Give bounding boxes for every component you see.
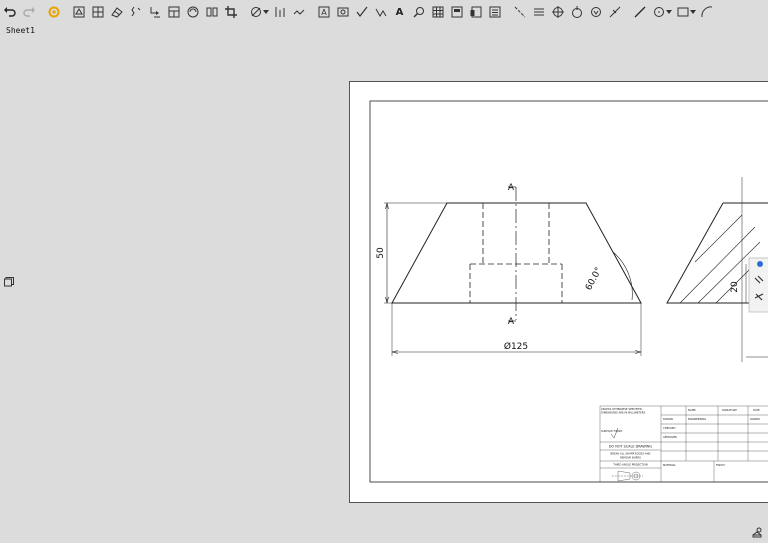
rectangle-dropdown-icon[interactable]	[690, 5, 696, 19]
table-icon[interactable]	[431, 5, 445, 19]
main-toolbar: A A	[0, 0, 768, 24]
tb-note-line1: UNLESS OTHERWISE SPECIFIED:	[601, 407, 643, 411]
drawing-canvas: A A 50 Ø125 60.0° 20 UNLESS OTHERWISE SP…	[369, 100, 768, 483]
arc-icon[interactable]	[700, 5, 714, 19]
tb-approved-label: APPROVED	[663, 435, 677, 439]
tb-break-edges: BREAK ALL SHARP EDGES AND	[610, 452, 650, 456]
surface-finish-icon[interactable]	[355, 5, 369, 19]
text-tool-icon[interactable]: A	[393, 5, 407, 19]
rebuild-icon[interactable]	[47, 5, 61, 19]
model-items-icon[interactable]	[292, 5, 306, 19]
section-label-top: A	[508, 183, 515, 193]
view-palette-icon[interactable]	[3, 276, 15, 288]
diameter-dimension-text[interactable]: Ø125	[504, 341, 528, 352]
revision-table-icon[interactable]	[488, 5, 502, 19]
note-icon[interactable]: A	[317, 5, 331, 19]
geometric-tolerance-icon[interactable]	[589, 5, 603, 19]
section-label-bottom: A	[508, 317, 515, 327]
alternate-position-icon[interactable]	[186, 5, 200, 19]
circle-dropdown-icon[interactable]	[666, 5, 672, 19]
hatch-icon[interactable]	[532, 5, 546, 19]
drawing-views-icon[interactable]	[751, 526, 763, 538]
center-mark-icon[interactable]	[551, 5, 565, 19]
drawing-sheet: A A 50 Ø125 60.0° 20 UNLESS OTHERWISE SP…	[349, 81, 768, 503]
section-view[interactable]	[666, 177, 768, 362]
tb-date-header: DATE	[753, 408, 760, 412]
tb-checked-label: CHECKED	[663, 426, 676, 430]
centerline-icon[interactable]	[513, 5, 527, 19]
tb-name-header: NAME	[688, 408, 696, 412]
undo-icon[interactable]	[3, 5, 17, 19]
circle-icon[interactable]	[652, 5, 666, 19]
tb-signature-header: SIGNATURE	[722, 408, 737, 412]
smart-dimension-icon[interactable]	[249, 5, 263, 19]
weld-symbol-icon[interactable]	[374, 5, 388, 19]
auxiliary-view-icon[interactable]	[110, 5, 124, 19]
model-view-icon[interactable]	[72, 5, 86, 19]
line-icon[interactable]	[633, 5, 647, 19]
rectangle-icon[interactable]	[676, 5, 690, 19]
broken-out-section-icon[interactable]	[167, 5, 181, 19]
tb-note-line2: DIMENSIONS ARE IN MILLIMETERS	[601, 411, 646, 415]
crop-view-icon[interactable]	[224, 5, 238, 19]
tb-drawn-name: ENGINEERING	[688, 417, 706, 421]
tb-deburr: REMOVE BURRS	[620, 456, 641, 460]
magnetic-line-icon[interactable]	[608, 5, 622, 19]
tb-do-not-scale: DO NOT SCALE DRAWING	[609, 445, 653, 449]
sheet-tab-label[interactable]: Sheet1	[6, 26, 35, 35]
ordinate-dimension-icon[interactable]	[273, 5, 287, 19]
break-view-icon[interactable]	[205, 5, 219, 19]
datum-icon[interactable]	[570, 5, 584, 19]
projected-view-icon[interactable]	[91, 5, 105, 19]
bom-icon[interactable]	[450, 5, 464, 19]
tb-material-label: MATERIAL	[663, 463, 676, 467]
section-height-dimension-text[interactable]: 20	[730, 281, 740, 293]
svg-text:A: A	[321, 8, 327, 17]
smart-dimension-dropdown-icon[interactable]	[263, 5, 269, 19]
height-dimension-text[interactable]: 50	[376, 247, 386, 259]
tb-drawn-label: DRAWN	[663, 417, 673, 421]
tb-drawn-signature: SIGNED	[750, 417, 760, 421]
angle-dimension-text[interactable]: 60.0°	[584, 266, 604, 292]
section-view-icon[interactable]	[129, 5, 143, 19]
tb-projection: THIRD ANGLE PROJECTION	[613, 463, 648, 467]
sheet-border	[369, 100, 768, 483]
dimension-handle-icon[interactable]	[757, 261, 763, 267]
redo-icon[interactable]	[22, 5, 36, 19]
hole-table-icon[interactable]	[469, 5, 483, 19]
tb-finish-label: FINISH	[716, 463, 725, 467]
tb-note-line3: SURFACE FINISH:	[601, 429, 623, 433]
find-icon[interactable]	[412, 5, 426, 19]
balloon-icon[interactable]	[336, 5, 350, 19]
detail-view-icon[interactable]	[148, 5, 162, 19]
